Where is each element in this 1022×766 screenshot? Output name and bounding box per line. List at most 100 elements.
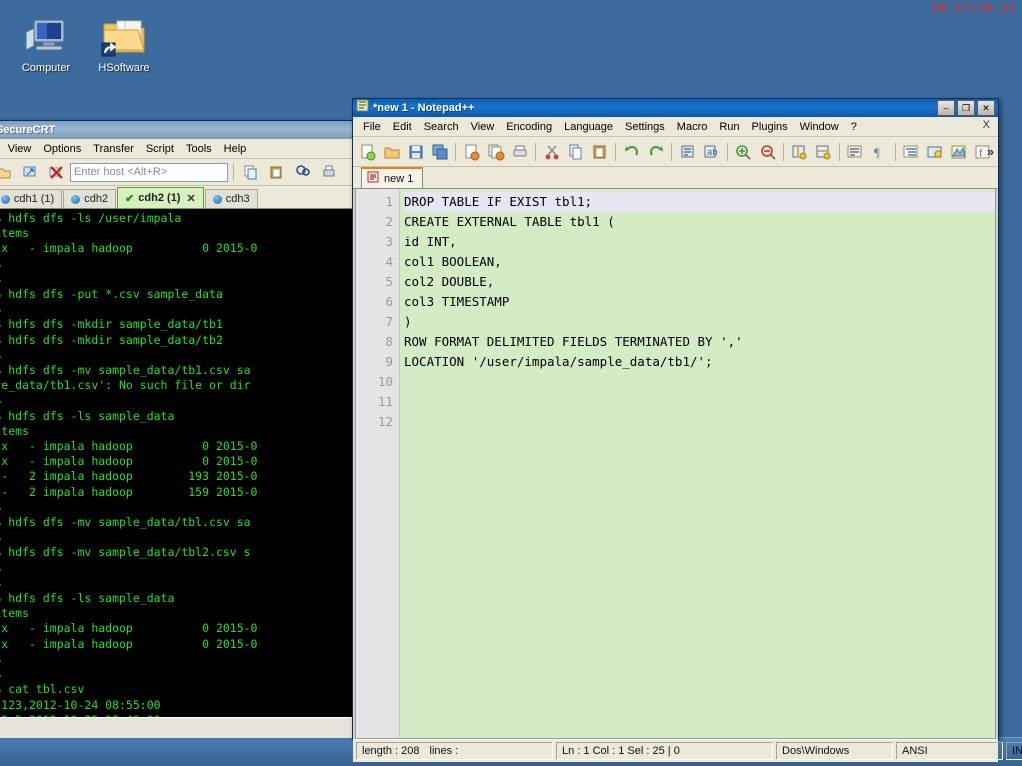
document-map-icon[interactable]	[948, 140, 971, 164]
crt-tab-label: cdh2	[84, 193, 109, 205]
print-icon[interactable]	[508, 140, 531, 164]
code-line[interactable]	[404, 392, 995, 412]
crt-tab-cdh1-1[interactable]: cdh1 (1)	[0, 189, 63, 208]
sync-horizontal-scroll-icon[interactable]	[812, 140, 835, 164]
connect-sftp-tab-icon[interactable]	[18, 160, 42, 184]
show-all-chars-icon[interactable]: ¶	[868, 140, 891, 164]
npp-menu-help[interactable]: ?	[845, 119, 863, 135]
zoom-in-icon[interactable]	[732, 140, 755, 164]
code-line[interactable]: col2 DOUBLE,	[404, 272, 995, 292]
maximize-button[interactable]: ❐	[957, 100, 975, 116]
cut-icon[interactable]	[540, 140, 563, 164]
securecrt-titlebar[interactable]: cdh2 (1) - SecureCRT	[0, 121, 361, 139]
code-line[interactable]: ROW FORMAT DELIMITED FIELDS TERMINATED B…	[404, 332, 995, 352]
code-line[interactable]: LOCATION '/user/impala/sample_data/tb1/'…	[404, 352, 995, 372]
notepadpp-tabstrip[interactable]: new 1	[353, 167, 998, 189]
code-line[interactable]: id INT,	[404, 232, 995, 252]
securecrt-tabstrip[interactable]: cdh1 cdh1 (1) cdh2 ✔ cdh2 (1) ✕ cdh3	[0, 186, 361, 209]
crt-tab-cdh3[interactable]: cdh3	[204, 189, 258, 208]
save-icon[interactable]	[404, 140, 427, 164]
indent-guide-icon[interactable]	[900, 140, 923, 164]
terminal-line: drwxr-xr-x - impala hadoop 0 2015-0	[0, 454, 258, 469]
close-all-icon[interactable]	[484, 140, 507, 164]
npp-menu-file[interactable]: File	[357, 119, 387, 135]
disconnect-icon[interactable]	[44, 160, 68, 184]
crt-menu-options[interactable]: Options	[37, 141, 87, 157]
desktop-icon-computer[interactable]: Computer	[8, 10, 84, 75]
code-line[interactable]: DROP TABLE IF EXIST tbl1;	[404, 192, 995, 212]
crt-menu-transfer[interactable]: Transfer	[87, 141, 140, 157]
notepadpp-window[interactable]: *new 1 - Notepad++ – ❐ ✕ File Edit Searc…	[352, 98, 1022, 762]
npp-menu-settings[interactable]: Settings	[619, 119, 671, 135]
crt-tab-cdh2-1[interactable]: ✔ cdh2 (1) ✕	[117, 187, 204, 208]
find-icon[interactable]	[291, 160, 315, 184]
redo-icon[interactable]	[644, 140, 667, 164]
copy-icon[interactable]	[239, 160, 263, 184]
npp-menu-run[interactable]: Run	[713, 119, 745, 135]
notepadpp-menubar[interactable]: File Edit Search View Encoding Language …	[353, 117, 998, 137]
npp-menu-plugins[interactable]: Plugins	[746, 119, 794, 135]
crt-menu-help[interactable]: Help	[218, 141, 253, 157]
npp-menu-view[interactable]: View	[465, 119, 501, 135]
terminal-output[interactable]: bash-4.1$ hdfs dfs -ls /user/impalaFound…	[0, 209, 361, 717]
line-number: 8	[385, 334, 393, 349]
notepadpp-titlebar[interactable]: *new 1 - Notepad++ – ❐ ✕	[353, 99, 998, 117]
undo-icon[interactable]	[620, 140, 643, 164]
code-line[interactable]: )	[404, 312, 995, 332]
securecrt-toolbar[interactable]: Enter host <Alt+R>	[0, 159, 361, 186]
npp-menu-search[interactable]: Search	[418, 119, 465, 135]
crt-menu-script[interactable]: Script	[140, 141, 180, 157]
code-line[interactable]	[404, 412, 995, 432]
paste-icon[interactable]	[588, 140, 611, 164]
code-editor[interactable]: DROP TABLE IF EXIST tbl1; CREATE EXTERNAL…	[400, 189, 995, 738]
connect-local-shell-icon[interactable]	[0, 160, 16, 184]
editor-area[interactable]: 1 2 3 4 5 6 7 8 9 10 11 12 DROP TABLE IF EXIST tbl1…	[355, 189, 996, 739]
sync-vertical-scroll-icon[interactable]	[788, 140, 811, 164]
save-all-icon[interactable]	[428, 140, 451, 164]
terminal-line: bash-4.1$	[0, 561, 361, 576]
notepadpp-toolbar[interactable]: ab ¶ f »	[353, 137, 998, 167]
terminal-line: bash-4.1$ hdfs dfs -ls sample_data	[0, 591, 175, 606]
line-number: 3	[385, 234, 393, 249]
code-line[interactable]: col1 BOOLEAN,	[404, 252, 995, 272]
close-file-icon[interactable]	[460, 140, 483, 164]
npp-menu-encoding[interactable]: Encoding	[500, 119, 558, 135]
close-tab-icon[interactable]: ✕	[186, 192, 195, 205]
terminal-line: -rw-r--r-- 2 impala hadoop 193 2015-0	[0, 469, 258, 484]
word-wrap-icon[interactable]	[844, 140, 867, 164]
document-tab-new1[interactable]: new 1	[361, 167, 424, 188]
paste-icon[interactable]	[265, 160, 289, 184]
session-status-icon	[0, 194, 10, 204]
npp-menu-edit[interactable]: Edit	[387, 119, 418, 135]
code-line[interactable]: CREATE EXTERNAL TABLE tbl1 (	[404, 212, 995, 232]
replace-icon[interactable]: ab	[700, 140, 723, 164]
terminal-line: bash-4.1$	[0, 652, 361, 667]
npp-menu-language[interactable]: Language	[558, 119, 619, 135]
host-input[interactable]: Enter host <Alt+R>	[70, 162, 228, 182]
screen-recorder-timer: 20:17/28:31	[931, 1, 1016, 15]
open-file-icon[interactable]	[380, 140, 403, 164]
crt-tab-cdh2[interactable]: cdh2	[63, 189, 117, 208]
minimize-button[interactable]: –	[937, 100, 955, 116]
code-line[interactable]	[404, 372, 995, 392]
code-line[interactable]: col3 TIMESTAMP	[404, 292, 995, 312]
zoom-out-icon[interactable]	[756, 140, 779, 164]
toolbar-overflow-chevron[interactable]: »	[987, 144, 994, 159]
crt-menu-view[interactable]: View	[2, 141, 38, 157]
close-document-button[interactable]: X	[983, 119, 990, 131]
line-number: 7	[385, 314, 393, 329]
securecrt-window[interactable]: cdh2 (1) - SecureCRT File Edit View Opti…	[0, 120, 362, 738]
securecrt-menubar[interactable]: File Edit View Options Transfer Script T…	[0, 139, 361, 159]
npp-menu-macro[interactable]: Macro	[671, 119, 714, 135]
npp-menu-window[interactable]: Window	[794, 119, 845, 135]
status-caret-position: Ln : 1 Col : 1 Sel : 25 | 0	[556, 742, 773, 760]
new-file-icon[interactable]	[356, 140, 379, 164]
close-button[interactable]: ✕	[977, 100, 995, 116]
line-number: 4	[385, 254, 393, 269]
print-icon[interactable]	[317, 160, 341, 184]
desktop-icon-hsoftware[interactable]: HSoftware	[86, 10, 162, 75]
crt-menu-tools[interactable]: Tools	[180, 141, 218, 157]
find-icon[interactable]	[676, 140, 699, 164]
copy-icon[interactable]	[564, 140, 587, 164]
user-defined-dialog-icon[interactable]	[924, 140, 947, 164]
